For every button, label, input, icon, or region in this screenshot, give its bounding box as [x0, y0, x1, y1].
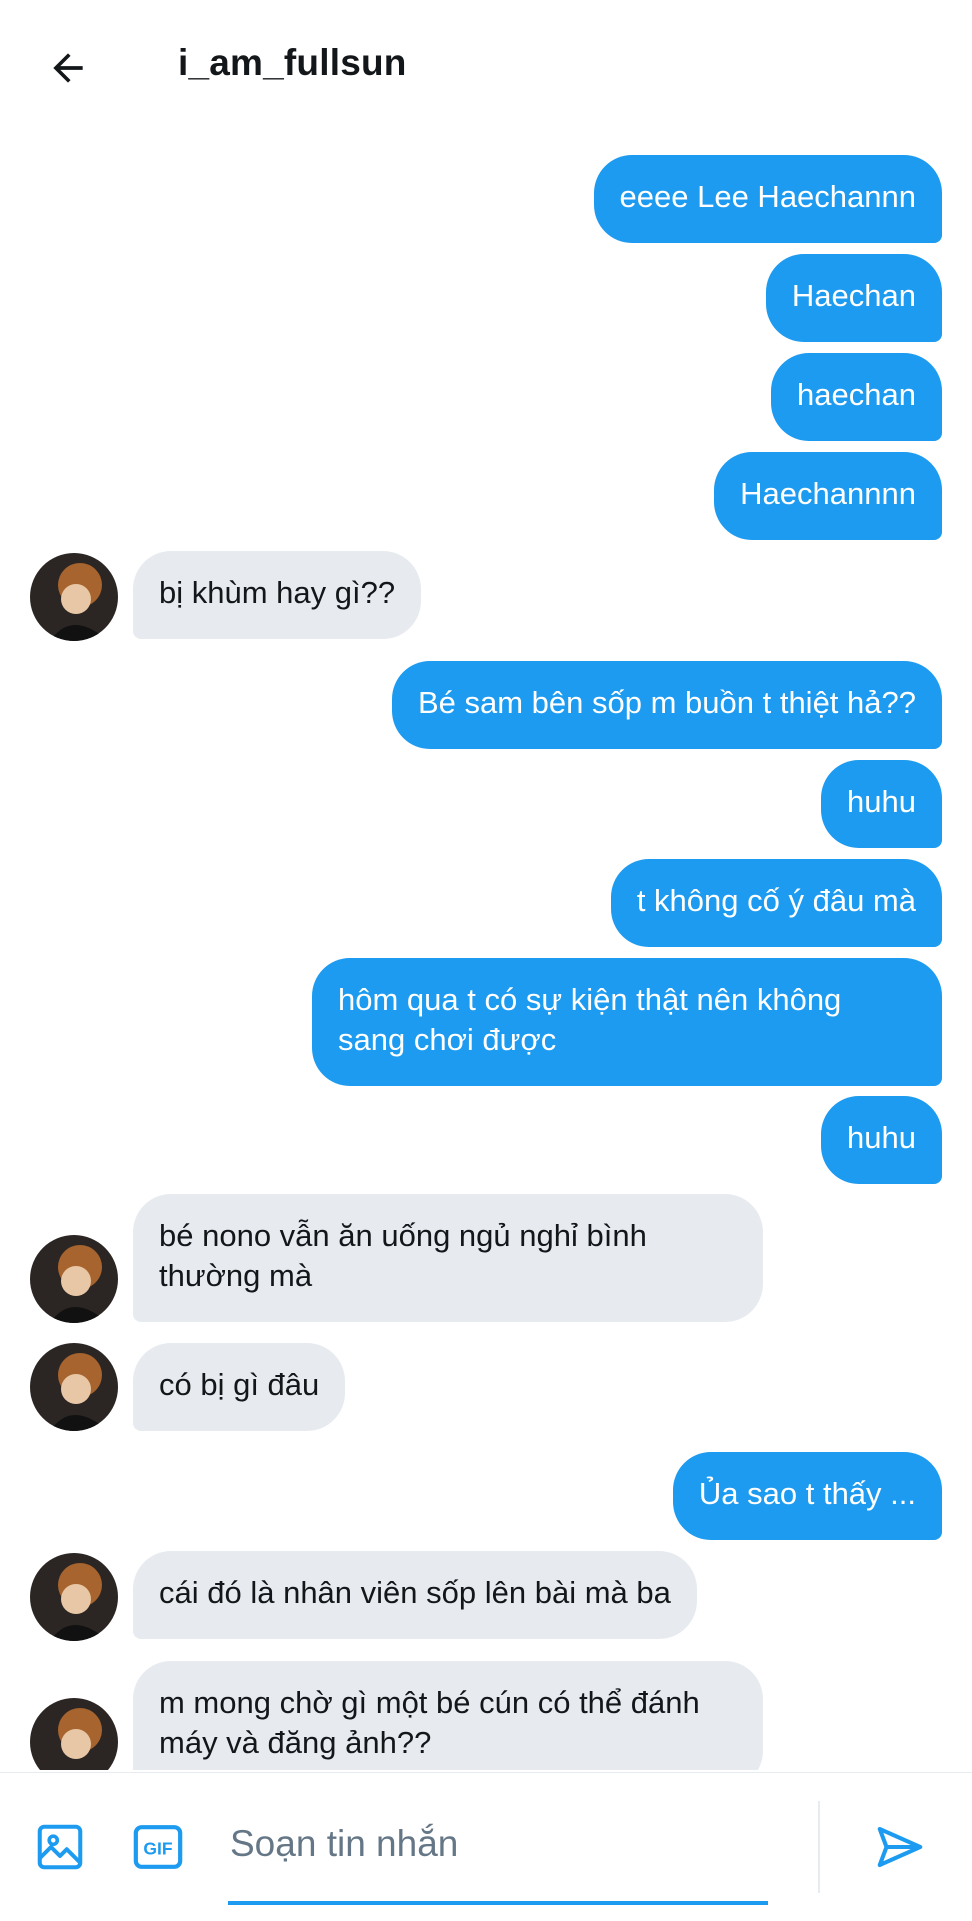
avatar[interactable] [30, 1553, 118, 1641]
send-button[interactable] [870, 1817, 930, 1877]
message-list[interactable]: eeee Lee Haechannn Haechan haechan Haech… [0, 150, 972, 1770]
message-bubble-received[interactable]: bị khùm hay gì?? [133, 551, 422, 639]
message-bubble-sent[interactable]: Bé sam bên sốp m buồn t thiệt hả?? [391, 661, 942, 749]
message-bubble-received[interactable]: có bị gì đâu [133, 1343, 346, 1431]
avatar-image [30, 1698, 118, 1770]
message-bubble-sent[interactable]: hôm qua t có sự kiện thật nên không sang… [312, 958, 942, 1086]
message-bubble-sent[interactable]: Ủa sao t thấy ... [672, 1452, 942, 1540]
input-focus-underline [228, 1901, 768, 1905]
conversation-header: i_am_fullsun [0, 0, 972, 130]
avatar[interactable] [30, 553, 118, 641]
message-bubble-received[interactable]: m mong chờ gì một bé cún có thể đánh máy… [133, 1661, 763, 1770]
message-bubble-sent[interactable]: eeee Lee Haechannn [593, 155, 942, 243]
message-composer: GIF [0, 1772, 972, 1921]
conversation-title[interactable]: i_am_fullsun [178, 42, 407, 84]
back-button[interactable] [38, 38, 98, 98]
avatar[interactable] [30, 1698, 118, 1770]
message-bubble-received[interactable]: cái đó là nhân viên sốp lên bài mà ba [133, 1551, 697, 1639]
avatar-image [30, 1553, 118, 1641]
add-photo-button[interactable] [30, 1817, 90, 1877]
gif-icon: GIF [133, 1825, 183, 1869]
avatar-image [30, 1343, 118, 1431]
image-icon [37, 1824, 83, 1870]
message-bubble-sent[interactable]: haechan [771, 353, 942, 441]
send-icon [877, 1826, 923, 1868]
avatar[interactable] [30, 1235, 118, 1323]
avatar-image [30, 1235, 118, 1323]
gif-label: GIF [143, 1838, 172, 1858]
message-bubble-sent[interactable]: huhu [821, 760, 942, 848]
message-input[interactable] [228, 1813, 772, 1875]
message-bubble-received[interactable]: bé nono vẫn ăn uống ngủ nghỉ bình thường… [133, 1194, 763, 1322]
message-bubble-sent[interactable]: Haechannnn [714, 452, 942, 540]
message-bubble-sent[interactable]: Haechan [765, 254, 942, 342]
message-bubble-sent[interactable]: t không cố ý đâu mà [610, 859, 942, 947]
avatar[interactable] [30, 1343, 118, 1431]
avatar-image [30, 553, 118, 641]
arrow-left-icon [53, 53, 83, 83]
message-bubble-sent[interactable]: huhu [821, 1096, 942, 1184]
composer-divider [818, 1801, 820, 1893]
add-gif-button[interactable]: GIF [128, 1817, 188, 1877]
